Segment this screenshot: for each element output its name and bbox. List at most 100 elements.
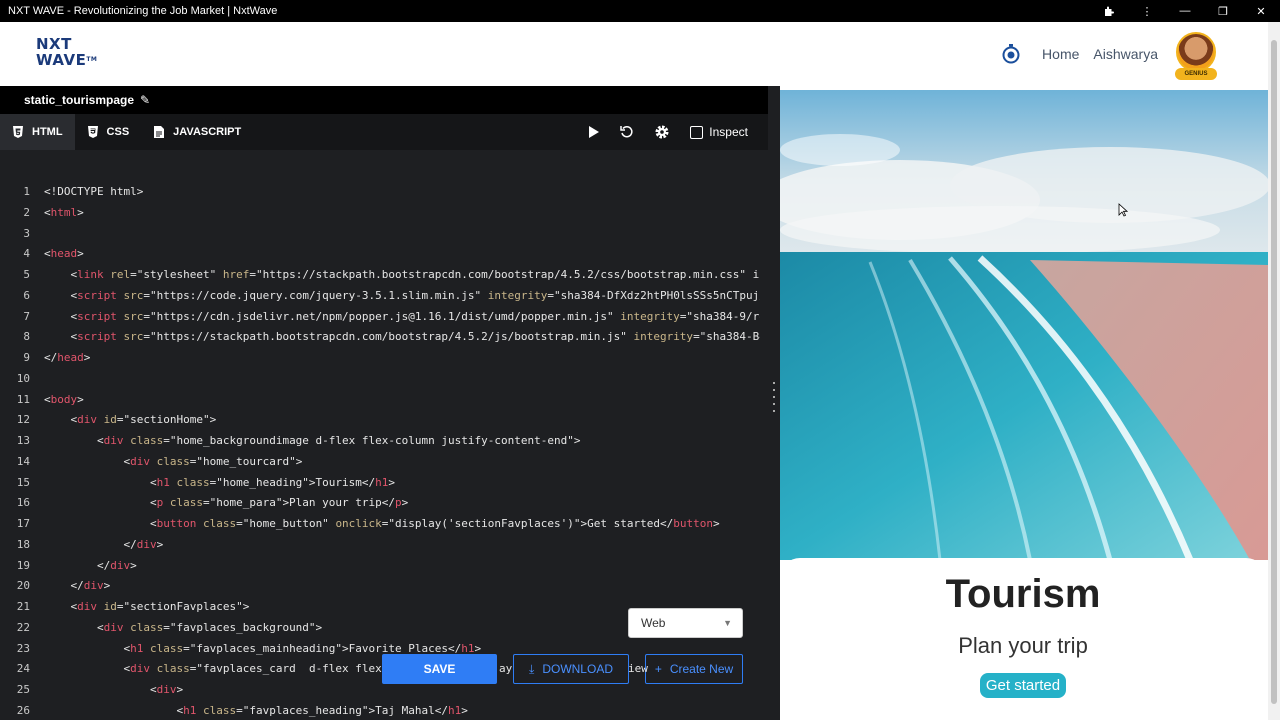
code-line[interactable]: 17 <button class="home_button" onclick="… bbox=[0, 514, 760, 534]
reset-icon[interactable] bbox=[620, 125, 634, 139]
code-text-fragment: ay bbox=[499, 662, 513, 675]
code-line[interactable]: 11 <body> bbox=[0, 390, 760, 410]
mouse-cursor-icon bbox=[1118, 203, 1128, 217]
drag-handle-icon[interactable] bbox=[772, 382, 776, 412]
code-text: </div> bbox=[70, 579, 111, 593]
app-header: NXT WAVETM Home Aishwarya GENIUS bbox=[0, 22, 1268, 86]
file-name-bar: static_tourismpage ✎ bbox=[0, 86, 768, 114]
preview-panel: Tourism Plan your trip Get started bbox=[780, 86, 1268, 720]
scrollbar-thumb[interactable] bbox=[1271, 40, 1277, 704]
nxtwave-logo[interactable]: NXT WAVETM bbox=[36, 36, 106, 72]
code-text: <p class="home_para">Plan your trip</p> bbox=[149, 496, 409, 510]
run-icon[interactable] bbox=[588, 125, 600, 139]
code-line[interactable]: 1 <!DOCTYPE html> bbox=[0, 182, 760, 202]
code-text: <h1 class="favplaces_heading">Taj Mahal<… bbox=[176, 703, 468, 717]
device-select[interactable]: Web ▼ bbox=[628, 608, 743, 638]
page-scrollbar[interactable] bbox=[1268, 22, 1280, 720]
line-number: 25 bbox=[16, 683, 30, 696]
more-menu-icon[interactable]: ⋮ bbox=[1128, 0, 1166, 22]
line-number: 13 bbox=[16, 434, 30, 447]
code-text: </div> bbox=[96, 558, 137, 572]
line-number: 16 bbox=[16, 496, 30, 510]
code-line[interactable]: 9 </head> bbox=[0, 348, 760, 368]
line-number: 5 bbox=[23, 268, 30, 281]
code-line[interactable]: 2 <html> bbox=[0, 203, 760, 223]
code-text: <div class="favplaces_card d-flex flex-r bbox=[123, 662, 396, 676]
logo-line1: NXT bbox=[36, 35, 72, 53]
settings-gear-icon[interactable] bbox=[654, 124, 670, 140]
code-line[interactable]: 18 </div> bbox=[0, 535, 760, 555]
code-line[interactable]: 3 bbox=[0, 224, 760, 244]
pane-splitter[interactable] bbox=[768, 86, 780, 720]
code-text: <html> bbox=[44, 205, 84, 219]
line-number: 19 bbox=[16, 558, 30, 572]
html5-icon bbox=[12, 126, 24, 138]
preview-heading: Tourism bbox=[945, 572, 1101, 616]
line-number: 10 bbox=[16, 371, 30, 385]
line-number: 26 bbox=[16, 703, 30, 717]
tab-css[interactable]: CSS bbox=[75, 114, 142, 150]
inspect-toggle[interactable]: Inspect bbox=[690, 125, 748, 139]
code-line[interactable]: 10 bbox=[0, 369, 760, 389]
tab-css-label: CSS bbox=[106, 126, 130, 138]
code-line[interactable]: 7 <script src="https://cdn.jsdelivr.net/… bbox=[0, 307, 760, 327]
edit-pencil-icon[interactable]: ✎ bbox=[140, 93, 150, 107]
chevron-down-icon: ▼ bbox=[723, 618, 732, 628]
avatar-image bbox=[1176, 32, 1216, 72]
create-new-button[interactable]: + Create New bbox=[645, 654, 743, 684]
download-icon: ⤓ bbox=[529, 661, 535, 676]
close-icon[interactable]: ✕ bbox=[1242, 0, 1280, 22]
line-number: 21 bbox=[16, 600, 30, 613]
window-titlebar: NXT WAVE - Revolutionizing the Job Marke… bbox=[0, 0, 1280, 22]
inspect-label: Inspect bbox=[709, 125, 748, 139]
code-area[interactable]: 1 <!DOCTYPE html> 2 <html> 3 4 <head> 5 <link r… bbox=[0, 182, 768, 720]
code-text: <div id="sectionHome"> bbox=[70, 413, 217, 427]
tab-html[interactable]: HTML bbox=[0, 114, 75, 150]
file-name[interactable]: static_tourismpage bbox=[24, 93, 134, 107]
code-text: <h1 class="home_heading">Tourism</h1> bbox=[149, 475, 396, 489]
restore-icon[interactable]: ❐ bbox=[1204, 0, 1242, 22]
create-new-label: Create New bbox=[669, 662, 734, 676]
code-line[interactable]: 4 <head> bbox=[0, 244, 760, 264]
stopwatch-icon[interactable] bbox=[1000, 43, 1022, 65]
code-text: <div id="sectionFavplaces"> bbox=[70, 600, 250, 613]
line-number: 20 bbox=[16, 579, 30, 593]
code-line[interactable]: 20 </div> bbox=[0, 576, 760, 596]
code-line[interactable]: 13 <div class="home_backgroundimage d-fl… bbox=[0, 431, 760, 451]
css3-icon bbox=[87, 126, 99, 138]
line-number: 12 bbox=[16, 413, 30, 427]
line-number: 9 bbox=[23, 351, 30, 364]
logo-line2: WAVE bbox=[36, 51, 87, 69]
line-number: 14 bbox=[16, 454, 30, 468]
tab-javascript-label: JAVASCRIPT bbox=[173, 126, 242, 138]
line-number: 6 bbox=[23, 288, 30, 302]
nav-home-link[interactable]: Home bbox=[1042, 46, 1079, 62]
avatar[interactable]: GENIUS bbox=[1172, 30, 1220, 80]
code-line[interactable]: 19 </div> bbox=[0, 556, 760, 576]
editor-tab-bar: HTML CSS JAVASCRIPT Inspect bbox=[0, 114, 768, 150]
code-text-fragment: iew bbox=[628, 662, 648, 675]
code-line[interactable]: 8 <script src="https://stackpath.bootstr… bbox=[0, 327, 760, 347]
get-started-button[interactable]: Get started bbox=[979, 673, 1067, 698]
line-number: 3 bbox=[23, 226, 30, 240]
code-line[interactable]: 5 <link rel="stylesheet" href="https://s… bbox=[0, 265, 760, 285]
extensions-icon[interactable] bbox=[1090, 0, 1128, 22]
line-number: 23 bbox=[16, 641, 30, 655]
inspect-checkbox[interactable] bbox=[690, 125, 704, 139]
code-line[interactable]: 12 <div id="sectionHome"> bbox=[0, 410, 760, 430]
code-line[interactable]: 26 <h1 class="favplaces_heading">Taj Mah… bbox=[0, 701, 760, 720]
code-line[interactable]: 16 <p class="home_para">Plan your trip</… bbox=[0, 493, 760, 513]
code-line[interactable]: 6 <script src="https://code.jquery.com/j… bbox=[0, 286, 760, 306]
save-button[interactable]: SAVE bbox=[382, 654, 497, 684]
tab-javascript[interactable]: JAVASCRIPT bbox=[141, 114, 253, 150]
code-text: <!DOCTYPE html> bbox=[44, 185, 144, 198]
preview-para: Plan your trip bbox=[958, 633, 1088, 658]
avatar-badge: GENIUS bbox=[1175, 68, 1217, 80]
code-line[interactable]: 14 <div class="home_tourcard"> bbox=[0, 452, 760, 472]
user-name[interactable]: Aishwarya bbox=[1093, 46, 1158, 62]
line-number: 22 bbox=[16, 620, 30, 634]
minimize-icon[interactable]: — bbox=[1166, 0, 1204, 22]
download-button[interactable]: ⤓ DOWNLOAD bbox=[513, 654, 629, 684]
code-line[interactable]: 15 <h1 class="home_heading">Tourism</h1> bbox=[0, 473, 760, 493]
code-text: <div class="home_backgroundimage d-flex … bbox=[96, 434, 581, 447]
